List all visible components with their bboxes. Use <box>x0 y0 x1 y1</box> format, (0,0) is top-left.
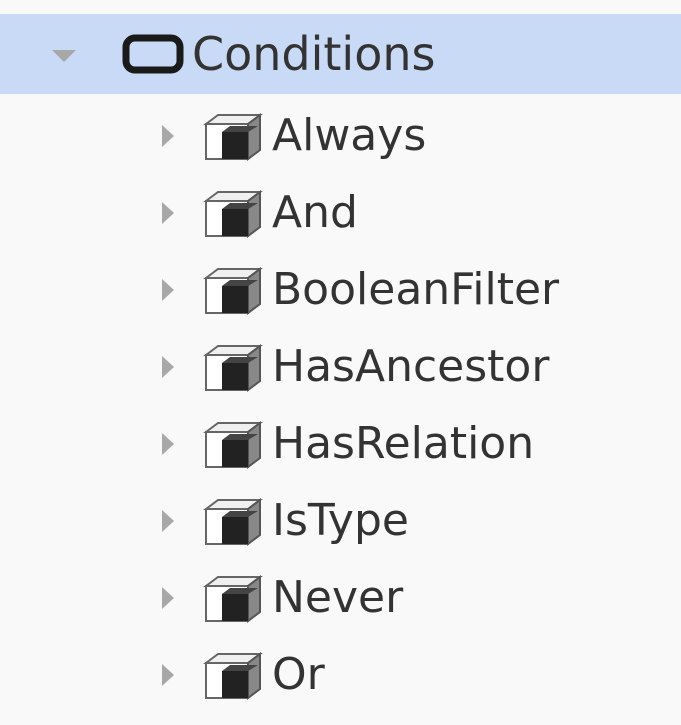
tree-node-and[interactable]: And <box>0 173 681 253</box>
tree-node-hasancestor[interactable]: HasAncestor <box>0 327 681 407</box>
tree-node-istype[interactable]: IsType <box>0 481 681 561</box>
tree-node-conditions[interactable]: Conditions <box>0 14 681 94</box>
tree-node-always[interactable]: Always <box>0 96 681 176</box>
expand-toggle-right-icon[interactable] <box>162 125 174 147</box>
cube-icon <box>203 575 263 623</box>
expand-toggle-down-icon[interactable] <box>52 50 76 62</box>
tree-node-booleanfilter[interactable]: BooleanFilter <box>0 250 681 330</box>
tree-view: Conditions Always And BooleanFilter HasA… <box>0 0 681 725</box>
cube-icon <box>203 344 263 392</box>
cube-icon <box>203 498 263 546</box>
cube-icon <box>203 652 263 700</box>
tree-node-label: Conditions <box>192 27 436 81</box>
tree-node-hasrelation[interactable]: HasRelation <box>0 404 681 484</box>
cube-icon <box>203 267 263 315</box>
tree-node-label: Or <box>272 649 325 700</box>
cube-icon <box>203 190 263 238</box>
tree-node-or[interactable]: Or <box>0 635 681 715</box>
expand-toggle-right-icon[interactable] <box>162 587 174 609</box>
expand-toggle-right-icon[interactable] <box>162 202 174 224</box>
expand-toggle-right-icon[interactable] <box>162 279 174 301</box>
tree-node-label: Always <box>272 110 427 161</box>
cube-icon <box>203 113 263 161</box>
tree-node-never[interactable]: Never <box>0 558 681 638</box>
tree-node-label: IsType <box>272 495 409 546</box>
expand-toggle-right-icon[interactable] <box>162 664 174 686</box>
tree-node-label: HasAncestor <box>272 341 550 392</box>
expand-toggle-right-icon[interactable] <box>162 510 174 532</box>
tree-node-label: BooleanFilter <box>272 264 560 315</box>
tree-node-label: Never <box>272 572 404 623</box>
tree-node-label: And <box>272 187 358 238</box>
expand-toggle-right-icon[interactable] <box>162 356 174 378</box>
tree-node-label: HasRelation <box>272 418 535 469</box>
expand-toggle-right-icon[interactable] <box>162 433 174 455</box>
folder-icon <box>122 34 184 74</box>
cube-icon <box>203 421 263 469</box>
